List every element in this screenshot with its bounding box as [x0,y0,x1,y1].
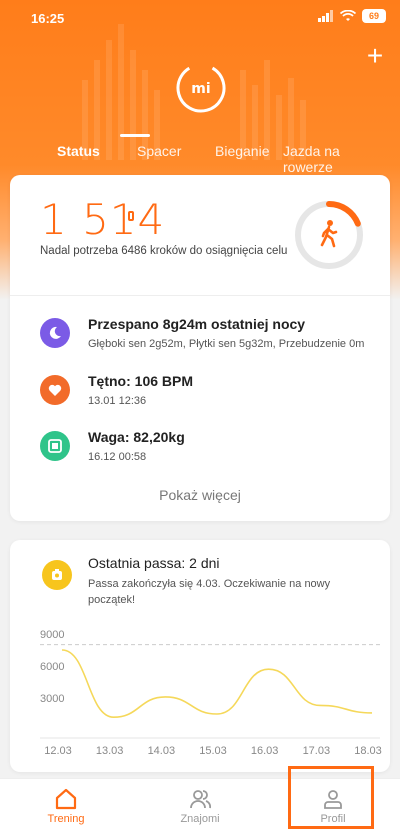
x-tick-label: 18.03 [354,745,382,757]
nav-training[interactable]: Trening [21,779,111,833]
tab-walk[interactable]: Spacer [137,143,181,159]
y-tick-label: 3000 [40,693,64,705]
signal-icon [318,10,333,22]
weight-row[interactable]: Waga: 82,20kg 16.12 00:58 [40,429,385,469]
nav-friends-label: Znajomi [180,813,220,825]
logo-text: mi [191,81,210,97]
streak-card[interactable]: Ostatnia passa: 2 dni Passa zakończyła s… [10,540,390,772]
x-tick-label: 17.03 [303,745,331,757]
clock: 16:25 [31,11,65,26]
status-icons: 69 [318,9,386,23]
scale-icon [40,431,70,461]
x-tick-label: 13.03 [96,745,124,757]
heart-rate-row[interactable]: Tętno: 106 BPM 13.01 12:36 [40,373,385,413]
steps-series-line [61,649,373,719]
nav-profile[interactable]: Profil [288,779,378,833]
tab-status-label: Status [57,143,100,159]
bottom-navigation: Trening Znajomi Profil [0,778,400,833]
activity-tabs: Status Spacer Bieganie Jazda na rowerze [0,134,400,180]
tab-bike-label: Jazda na rowerze [283,143,340,175]
mi-band-logo-button[interactable]: mi [175,62,227,114]
tab-active-indicator [120,134,150,137]
weight-subtitle: 16.12 00:58 [88,451,147,463]
steps-progress-ring [295,201,363,269]
tab-run-label: Bieganie [215,143,270,159]
streak-description: Passa zakończyła się 4.03. Oczekiwanie n… [88,578,331,606]
wifi-icon [340,10,356,21]
show-more-button[interactable]: Pokaż więcej [10,487,390,503]
tab-walk-label: Spacer [137,143,182,159]
nav-training-label: Trening [47,813,85,825]
moon-icon: z [40,318,70,348]
steps-unit-icon [128,211,134,221]
x-tick-label: 16.03 [251,745,279,757]
battery-icon: 69 [362,9,386,23]
badge-icon [42,560,72,590]
nav-friends[interactable]: Znajomi [155,779,245,833]
steps-count: 1 514 [40,195,166,244]
activity-summary-card[interactable]: 1 514 Nadal potrzeba 6486 kroków do osią… [10,175,390,521]
weight-title: Waga: 82,20kg [88,429,185,445]
home-icon [55,788,77,810]
add-button[interactable]: + [362,42,388,70]
status-bar: 16:25 69 [0,0,400,36]
svg-text:z: z [57,328,60,334]
nav-profile-label: Profil [320,813,346,825]
walking-person-icon [320,220,338,248]
steps-line-chart: 9000 6000 3000 12.03 13.03 14.03 15.03 16.03 17.… [40,629,382,757]
x-tick-label: 15.03 [199,745,227,757]
x-tick-label: 12.03 [44,745,72,757]
tab-bike[interactable]: Jazda na rowerze [283,143,363,175]
profile-icon [324,790,342,809]
streak-title: Ostatnia passa: 2 dni [88,555,220,571]
steps-goal-caption: Nadal potrzeba 6486 kroków do osiągnięci… [40,245,288,257]
sleep-title: Przespano 8g24m ostatniej nocy [88,316,306,332]
heart-rate-subtitle: 13.01 12:36 [88,395,147,407]
y-tick-label: 6000 [40,661,64,673]
x-tick-label: 14.03 [148,745,176,757]
heart-rate-title: Tętno: 106 BPM [88,373,194,389]
y-tick-label: 9000 [40,629,64,641]
tab-status[interactable]: Status [57,134,150,159]
tab-run[interactable]: Bieganie [215,143,270,159]
card-divider [10,295,390,296]
friends-icon [190,790,212,809]
sleep-row[interactable]: z Przespano 8g24m ostatniej nocy Głęboki… [40,316,385,356]
sleep-subtitle: Głęboki sen 2g52m, Płytki sen 5g32m, Prz… [88,338,365,350]
heart-icon [40,375,70,405]
